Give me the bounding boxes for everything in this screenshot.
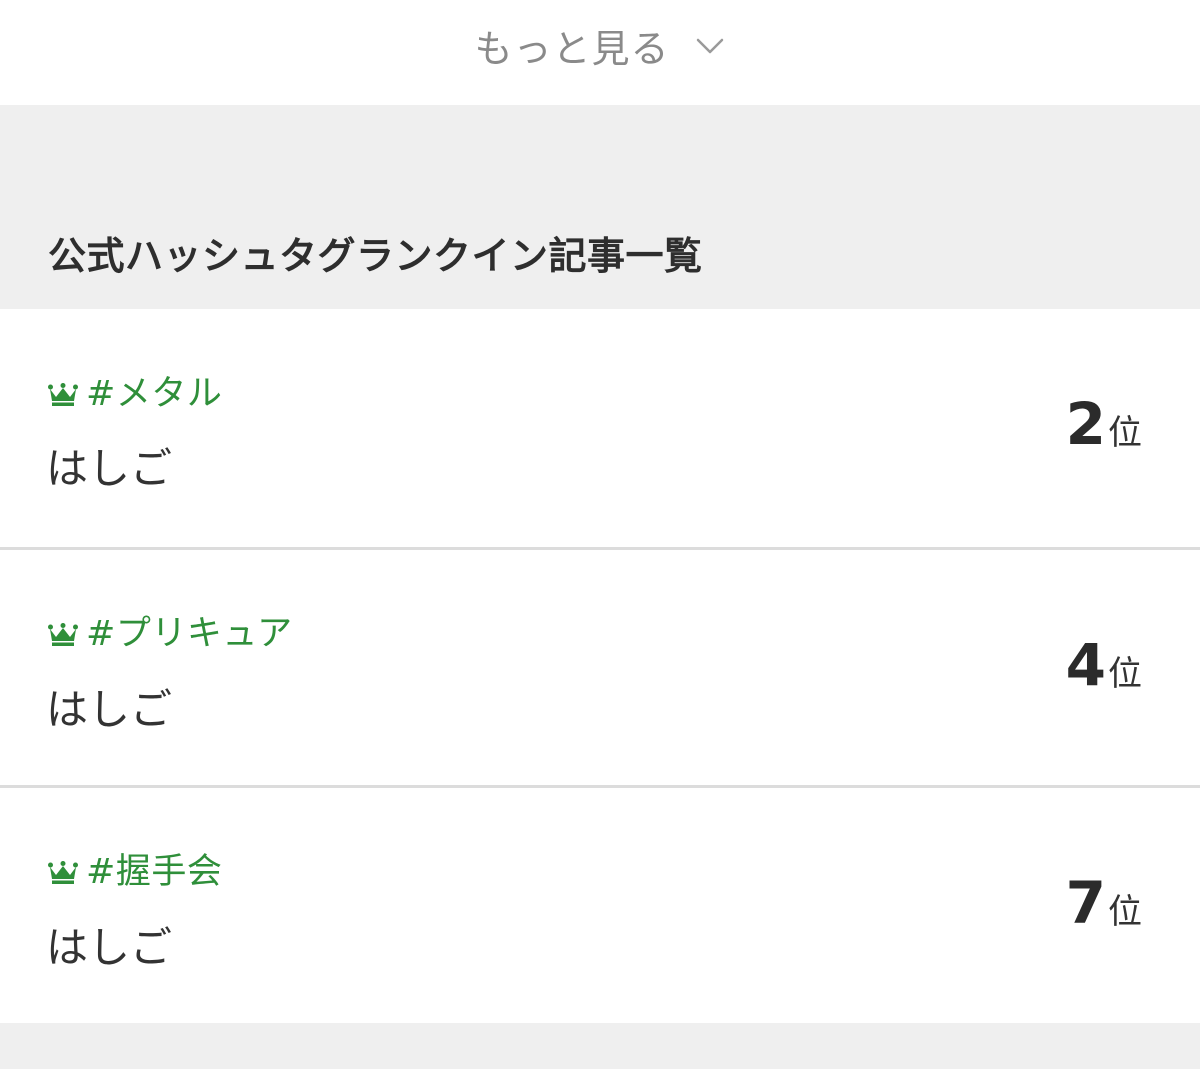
section-header: 公式ハッシュタグランクイン記事一覧	[0, 105, 1200, 309]
article-title: はしご	[46, 685, 173, 734]
rank-number: 4	[1065, 631, 1106, 699]
ranking-article-list: #メタル はしご 2 位 #プリキュア はしご 4 位 #握手会 はしご 7 位	[0, 309, 1200, 1023]
article-title: はしご	[46, 923, 173, 972]
hashtag-row: #プリキュア	[48, 605, 293, 656]
show-more-label: もっと見る	[474, 27, 670, 71]
hashtag-label: #握手会	[86, 852, 223, 892]
rank-badge: 2 位	[1066, 395, 1142, 453]
hashtag-label: #メタル	[86, 374, 223, 414]
ranking-article-item[interactable]: #プリキュア はしご 4 位	[0, 547, 1200, 785]
chevron-down-icon	[694, 36, 726, 56]
section-title: 公式ハッシュタグランクイン記事一覧	[48, 234, 703, 278]
ranking-article-item[interactable]: #握手会 はしご 7 位	[0, 785, 1200, 1023]
rank-suffix: 位	[1108, 892, 1142, 932]
rank-number: 7	[1065, 869, 1106, 937]
show-more-button[interactable]: もっと見る	[0, 0, 1200, 105]
hashtag-row: #握手会	[48, 843, 222, 894]
crown-icon	[48, 622, 78, 647]
page-bottom-background	[0, 1023, 1200, 1068]
rank-badge: 4 位	[1066, 636, 1142, 694]
hashtag-label: #プリキュア	[86, 614, 293, 654]
crown-icon	[48, 382, 78, 407]
crown-icon	[48, 860, 78, 885]
hashtag-row: #メタル	[48, 365, 222, 416]
rank-badge: 7 位	[1066, 874, 1142, 932]
ranking-article-item[interactable]: #メタル はしご 2 位	[0, 309, 1200, 547]
rank-number: 2	[1065, 390, 1106, 458]
article-title: はしご	[46, 444, 173, 493]
rank-suffix: 位	[1108, 413, 1142, 453]
rank-suffix: 位	[1108, 654, 1142, 694]
